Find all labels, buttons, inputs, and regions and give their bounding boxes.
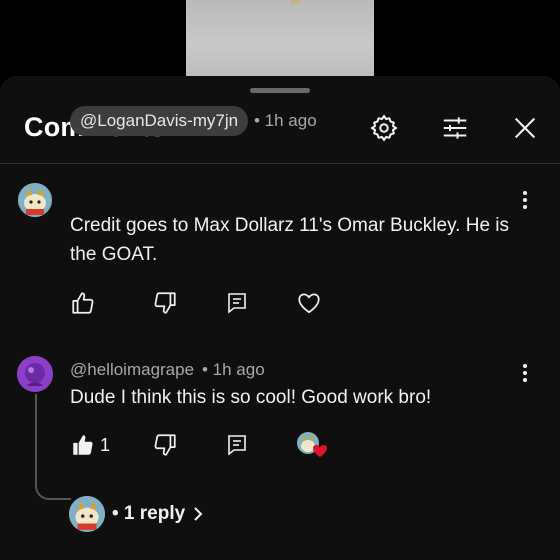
comments-sheet: Comments 3 xyxy=(0,76,560,560)
dislike-button[interactable] xyxy=(150,288,180,318)
chevron-right-icon xyxy=(194,507,203,521)
comment-time: • 1h ago xyxy=(202,360,265,379)
reply-avatar xyxy=(69,496,105,532)
heart-icon xyxy=(298,293,320,314)
thumb-up-filled-icon xyxy=(73,435,93,455)
like-count: 1 xyxy=(100,435,111,455)
thread-connector xyxy=(35,394,71,500)
thumb-down-icon xyxy=(154,292,176,314)
comment-author[interactable]: @helloimagrape xyxy=(70,360,194,380)
comment-menu-button[interactable] xyxy=(515,358,535,388)
grape-avatar-icon xyxy=(17,356,53,392)
settings-button[interactable] xyxy=(368,112,400,144)
heart-button[interactable] xyxy=(294,288,324,318)
reply-comment-icon xyxy=(228,293,246,314)
video-thumbnail[interactable] xyxy=(186,0,374,76)
sliders-icon xyxy=(443,117,467,139)
reply-button[interactable] xyxy=(222,430,252,460)
comment-menu-button[interactable] xyxy=(515,185,535,215)
dislike-button[interactable] xyxy=(150,430,180,460)
more-vertical-icon xyxy=(523,191,527,209)
view-replies-link[interactable]: • 1 reply xyxy=(112,503,205,525)
reply-comment-icon xyxy=(228,435,246,456)
cat-avatar-icon xyxy=(69,496,105,532)
thumb-up-icon xyxy=(72,292,94,314)
drag-handle[interactable] xyxy=(250,88,310,93)
creator-heart-icon xyxy=(297,432,327,457)
close-icon xyxy=(514,117,536,139)
avatar[interactable] xyxy=(17,356,53,392)
reply-button[interactable] xyxy=(222,288,252,318)
header-divider xyxy=(0,163,560,164)
view-replies-label: • 1 reply xyxy=(112,503,186,524)
comment-text: Dude I think this is so cool! Good work … xyxy=(70,387,432,408)
gear-icon xyxy=(370,114,398,142)
avatar[interactable] xyxy=(18,183,52,217)
creator-heart-badge xyxy=(294,430,328,460)
thumb-down-icon xyxy=(154,434,176,456)
like-button[interactable] xyxy=(68,288,98,318)
comment-author[interactable]: @LoganDavis-my7jn xyxy=(70,106,249,136)
cat-avatar-icon xyxy=(18,183,52,217)
more-vertical-icon xyxy=(523,364,527,382)
filter-button[interactable] xyxy=(439,112,471,144)
comment-time: • 1h ago xyxy=(254,111,317,130)
like-button[interactable] xyxy=(68,430,98,460)
comment-text: Credit goes to Max Dollarz 11's Omar Buc… xyxy=(70,215,510,265)
close-button[interactable] xyxy=(509,112,541,144)
